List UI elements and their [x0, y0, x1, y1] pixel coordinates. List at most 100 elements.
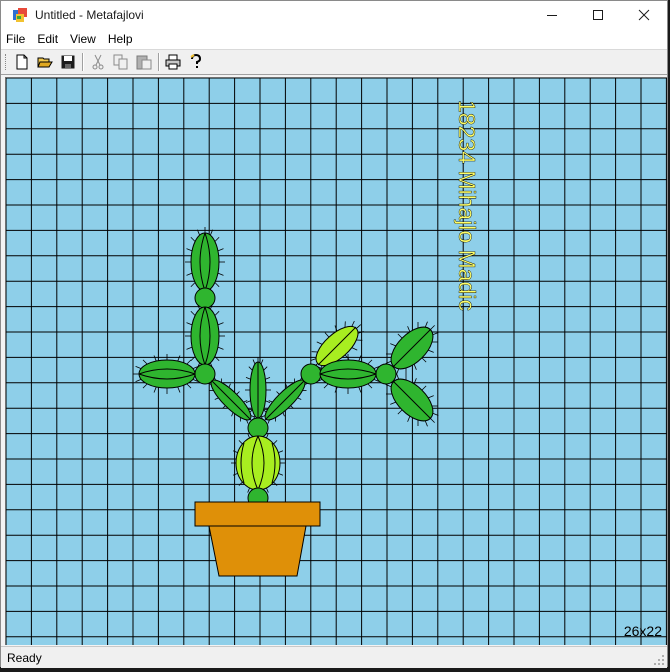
save-button[interactable]	[59, 53, 77, 71]
cactus-spine	[428, 349, 434, 353]
drawing-canvas[interactable]: 18234 Mihajlo Madic 26x22	[5, 77, 667, 645]
cactus-spine	[276, 391, 280, 395]
cactus-spine	[430, 325, 435, 330]
cactus-spine	[413, 364, 417, 370]
cactus-spine	[153, 355, 157, 362]
cactus-spine	[214, 236, 220, 242]
app-window: Untitled - Metafajlovi File Edit View He…	[0, 0, 668, 668]
cactus-segment	[319, 359, 377, 389]
print-button[interactable]	[164, 53, 182, 71]
cactus-spine	[323, 383, 329, 389]
cactus-spine	[190, 282, 196, 288]
menu-file[interactable]: File	[1, 32, 31, 46]
cactus-spine	[278, 450, 284, 454]
menu-bar: File Edit View Help	[1, 29, 667, 49]
cactus-spine	[153, 386, 157, 393]
maximize-icon	[593, 10, 603, 20]
cut-icon	[92, 54, 104, 70]
cactus-spine	[273, 440, 278, 445]
cactus-spine	[367, 359, 373, 365]
cactus-spine	[142, 359, 148, 365]
toolbar-grip[interactable]	[5, 54, 8, 70]
cactus-spine	[214, 397, 219, 400]
cactus-spine	[217, 248, 224, 252]
cactus-spine	[397, 333, 403, 339]
print-icon	[165, 54, 181, 70]
window-title: Untitled - Metafajlovi	[35, 8, 144, 22]
cactus-spine	[232, 472, 238, 476]
app-icon[interactable]	[12, 7, 28, 23]
new-button[interactable]	[13, 53, 31, 71]
cactus-spine	[232, 450, 238, 454]
cactus-rib	[211, 380, 251, 420]
cactus-spine	[316, 341, 323, 345]
cactus-spine	[263, 366, 268, 371]
menu-help[interactable]: Help	[102, 32, 139, 46]
minimize-icon	[547, 15, 557, 16]
close-icon	[638, 9, 650, 21]
help-icon	[190, 54, 202, 68]
cactus-spine	[265, 377, 271, 380]
paste-button[interactable]	[135, 53, 153, 71]
open-button[interactable]	[36, 53, 54, 71]
cactus-spine	[214, 282, 220, 288]
copy-button[interactable]	[112, 53, 130, 71]
vertical-name-label: 18234 Mihajlo Madic	[454, 100, 480, 311]
cactus-spine	[390, 343, 396, 347]
cut-button[interactable]	[89, 53, 107, 71]
cactus-spine	[238, 481, 243, 486]
cactus-spine	[135, 378, 142, 383]
cactus-spine	[186, 272, 193, 276]
pot-rim	[194, 501, 321, 527]
status-bar: Ready	[1, 646, 667, 668]
cactus-joint	[247, 417, 269, 439]
cactus-spine	[428, 395, 434, 399]
copy-icon	[113, 54, 128, 70]
help-button[interactable]	[187, 53, 205, 71]
cactus-spine	[214, 310, 220, 316]
cactus-spine	[142, 383, 148, 389]
cactus-spine	[190, 236, 196, 242]
toolbar	[1, 49, 667, 75]
cactus-spine	[351, 320, 355, 327]
cactus-spine	[396, 368, 400, 375]
cactus-spine	[397, 409, 403, 415]
cactus-spine	[186, 383, 192, 389]
resize-grip-icon[interactable]	[653, 654, 665, 666]
cactus-main-body	[235, 435, 281, 491]
cactus-spine	[356, 324, 362, 329]
cactus-spine	[186, 359, 192, 365]
cactus-spine	[217, 322, 224, 326]
cactus-segment	[190, 232, 220, 292]
cactus-spine	[407, 326, 411, 332]
save-icon	[61, 55, 75, 69]
status-text: Ready	[7, 650, 42, 665]
cactus-spine	[424, 420, 428, 427]
toolbar-separator	[82, 53, 84, 71]
minimize-button[interactable]	[529, 1, 575, 29]
maximize-button[interactable]	[575, 1, 621, 29]
cactus-spine	[278, 472, 284, 476]
cactus-spine	[273, 481, 278, 486]
cactus-spine	[228, 383, 231, 388]
cactus-spine	[396, 373, 400, 380]
cactus-spine	[351, 347, 358, 351]
cactus-spine	[266, 433, 269, 439]
cactus-spine	[217, 346, 224, 350]
cactus-spine	[186, 346, 193, 350]
menu-view[interactable]: View	[64, 32, 102, 46]
title-bar[interactable]: Untitled - Metafajlovi	[1, 1, 667, 29]
menu-edit[interactable]: Edit	[31, 32, 64, 46]
cactus-spine	[421, 357, 427, 363]
cactus-spine	[358, 355, 362, 362]
cactus-spine	[135, 365, 142, 370]
close-button[interactable]	[621, 1, 667, 29]
cactus-spine	[407, 416, 411, 422]
cactus-spine	[268, 400, 273, 403]
cactus-spine	[186, 322, 193, 326]
cactus-spine	[177, 386, 181, 393]
new-icon	[16, 54, 28, 70]
cactus-spine	[245, 377, 251, 380]
cactus-spine	[238, 440, 243, 445]
cactus-spine	[186, 248, 193, 252]
